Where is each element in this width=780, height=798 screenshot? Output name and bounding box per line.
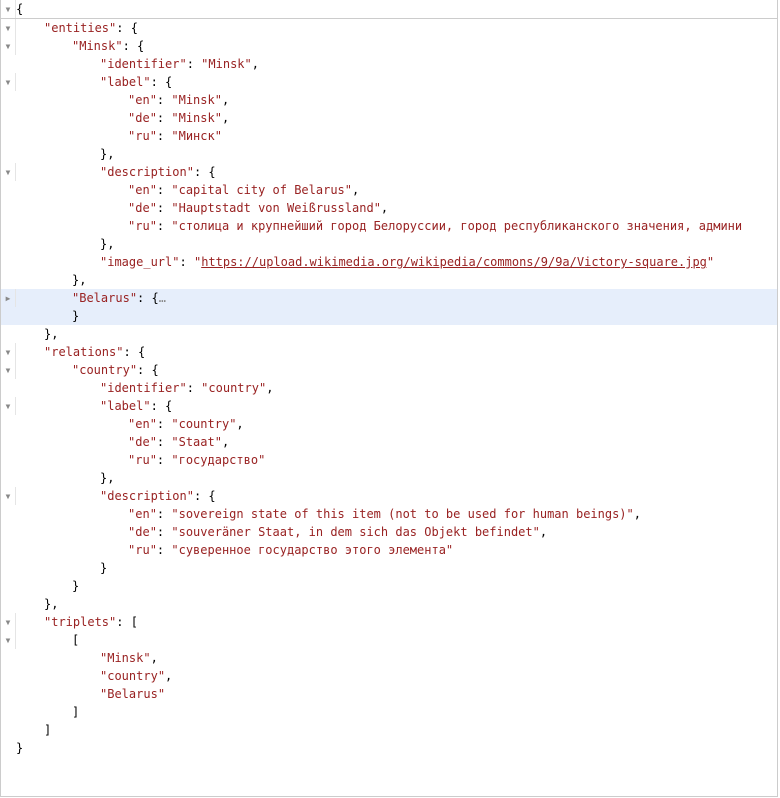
line-trip2: "Belarus" bbox=[1, 685, 777, 703]
line-triplets-close: ] bbox=[1, 721, 777, 739]
line-trip1: "country", bbox=[1, 667, 777, 685]
line-entities: ▾"entities": { bbox=[1, 19, 777, 37]
line-belarus-close: } bbox=[1, 307, 777, 325]
line-triplet-0-open: ▾[ bbox=[1, 631, 777, 649]
line-country-close: } bbox=[1, 577, 777, 595]
line-desc-close: }, bbox=[1, 235, 777, 253]
line-rel-desc-en: "en": "sovereign state of this item (not… bbox=[1, 505, 777, 523]
line-label-de: "de": "Minsk", bbox=[1, 109, 777, 127]
line-triplet-0-close: ] bbox=[1, 703, 777, 721]
line-desc-de: "de": "Hauptstadt von Weißrussland", bbox=[1, 199, 777, 217]
toggle-label[interactable]: ▾ bbox=[3, 73, 13, 91]
toggle-triplet-0[interactable]: ▾ bbox=[3, 631, 13, 649]
line-minsk-label: ▾"label": { bbox=[1, 73, 777, 91]
toggle-triplets[interactable]: ▾ bbox=[3, 613, 13, 631]
toggle-belarus[interactable]: ▸ bbox=[3, 289, 13, 307]
line-rel-label: ▾"label": { bbox=[1, 397, 777, 415]
toggle-country[interactable]: ▾ bbox=[3, 361, 13, 379]
toggle-minsk[interactable]: ▾ bbox=[3, 37, 13, 55]
json-viewer[interactable]: ▾{ ▾"entities": { ▾"Minsk": { "identifie… bbox=[0, 0, 778, 797]
line-entities-close: }, bbox=[1, 325, 777, 343]
line-minsk-close: }, bbox=[1, 271, 777, 289]
line-trip0: "Minsk", bbox=[1, 649, 777, 667]
toggle-desc[interactable]: ▾ bbox=[3, 163, 13, 181]
line-minsk-identifier: "identifier": "Minsk", bbox=[1, 55, 777, 73]
line-triplets: ▾"triplets": [ bbox=[1, 613, 777, 631]
ellipsis-icon: … bbox=[159, 291, 167, 305]
toggle-rel-label[interactable]: ▾ bbox=[3, 397, 13, 415]
line-open-root: ▾{ bbox=[1, 0, 777, 18]
line-desc-ru: "ru": "столица и крупнейший город Белору… bbox=[1, 217, 777, 235]
line-minsk: ▾"Minsk": { bbox=[1, 37, 777, 55]
line-rel-desc-close: } bbox=[1, 559, 777, 577]
line-rel-label-close: }, bbox=[1, 469, 777, 487]
line-relations: ▾"relations": { bbox=[1, 343, 777, 361]
line-rel-label-en: "en": "country", bbox=[1, 415, 777, 433]
line-label-en: "en": "Minsk", bbox=[1, 91, 777, 109]
image-url-link[interactable]: https://upload.wikimedia.org/wikipedia/c… bbox=[201, 255, 707, 269]
line-rel-desc-ru: "ru": "суверенное государство этого элем… bbox=[1, 541, 777, 559]
toggle-rel-desc[interactable]: ▾ bbox=[3, 487, 13, 505]
line-rel-label-de: "de": "Staat", bbox=[1, 433, 777, 451]
line-country: ▾"country": { bbox=[1, 361, 777, 379]
line-label-ru: "ru": "Минск" bbox=[1, 127, 777, 145]
line-image-url: "image_url": "https://upload.wikimedia.o… bbox=[1, 253, 777, 271]
line-desc-en: "en": "capital city of Belarus", bbox=[1, 181, 777, 199]
line-belarus-collapsed[interactable]: ▸"Belarus": {… bbox=[1, 289, 777, 307]
toggle-root[interactable]: ▾ bbox=[3, 0, 13, 18]
line-root-close: } bbox=[1, 739, 777, 757]
line-rel-label-ru: "ru": "государство" bbox=[1, 451, 777, 469]
line-rel-identifier: "identifier": "country", bbox=[1, 379, 777, 397]
line-rel-desc: ▾"description": { bbox=[1, 487, 777, 505]
line-minsk-desc: ▾"description": { bbox=[1, 163, 777, 181]
line-rel-desc-de: "de": "souveräner Staat, in dem sich das… bbox=[1, 523, 777, 541]
toggle-relations[interactable]: ▾ bbox=[3, 343, 13, 361]
line-relations-close: }, bbox=[1, 595, 777, 613]
line-label-close: }, bbox=[1, 145, 777, 163]
toggle-entities[interactable]: ▾ bbox=[3, 19, 13, 37]
